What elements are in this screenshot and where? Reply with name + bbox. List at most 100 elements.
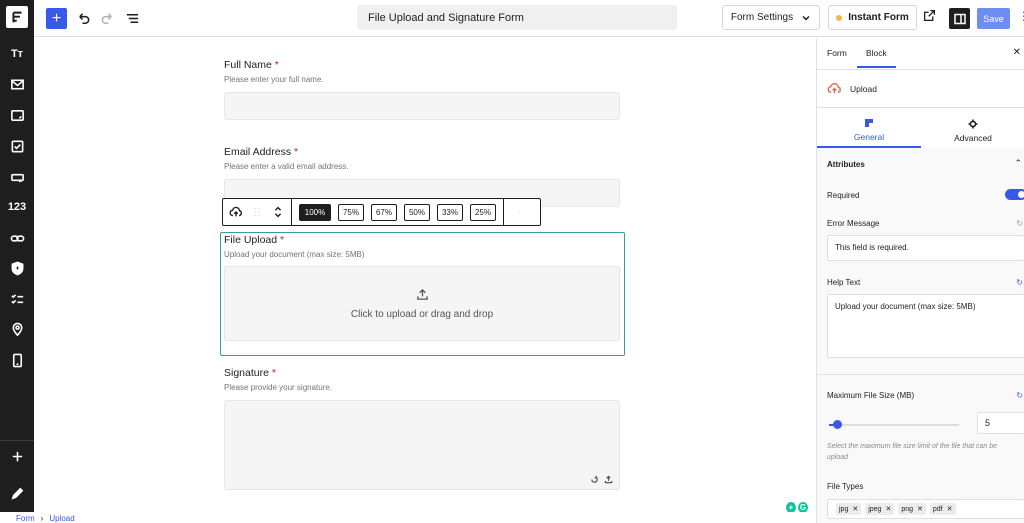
email-block-icon[interactable] bbox=[0, 70, 34, 98]
location-block-icon[interactable] bbox=[0, 315, 34, 343]
breadcrumb-separator: › bbox=[40, 514, 44, 523]
app-logo-icon[interactable] bbox=[0, 3, 34, 31]
block-options-icon[interactable] bbox=[510, 201, 528, 223]
dropzone-text: Click to upload or drag and drop bbox=[350, 308, 494, 320]
reset-icon[interactable] bbox=[590, 475, 599, 484]
more-options-icon[interactable]: ⋮ bbox=[1018, 9, 1024, 27]
file-upload-field[interactable]: File Upload * Upload your document (max … bbox=[224, 234, 620, 259]
textarea-block-icon[interactable] bbox=[0, 101, 34, 129]
file-upload-help: Upload your document (max size: 5MB) bbox=[224, 250, 365, 259]
upload-icon[interactable] bbox=[604, 475, 613, 484]
form-settings-button[interactable]: Form Settings bbox=[722, 5, 820, 30]
tab-advanced[interactable]: Advanced bbox=[921, 114, 1024, 148]
required-marker: * bbox=[294, 146, 299, 158]
checkbox-block-icon[interactable] bbox=[0, 132, 34, 160]
redo-icon[interactable] bbox=[98, 9, 116, 27]
email-label: Email Address bbox=[224, 146, 292, 158]
select-block-icon[interactable] bbox=[0, 163, 34, 191]
width-option-button[interactable]: 75% bbox=[338, 203, 364, 221]
field-label: Email Address * bbox=[224, 146, 620, 158]
editor-topbar: + File Upload and Signature Form Form Se… bbox=[34, 0, 1024, 37]
max-file-size-slider[interactable] bbox=[829, 420, 959, 429]
attributes-heading[interactable]: Attributes bbox=[827, 160, 865, 169]
checklist-block-icon[interactable] bbox=[0, 285, 34, 313]
tab-general-label: General bbox=[853, 132, 885, 142]
file-type-tag[interactable]: pdf ✕ bbox=[929, 503, 956, 515]
close-icon[interactable]: ✕ bbox=[1013, 47, 1021, 58]
undo-icon[interactable] bbox=[74, 9, 92, 27]
document-title[interactable]: File Upload and Signature Form bbox=[357, 5, 677, 30]
upload-dropzone[interactable]: Click to upload or drag and drop bbox=[224, 266, 620, 341]
pencil-icon[interactable] bbox=[0, 479, 34, 507]
max-file-size-input[interactable]: 5 bbox=[977, 412, 1024, 434]
signature-pad[interactable] bbox=[224, 400, 620, 490]
reset-icon[interactable]: ↻ bbox=[1016, 219, 1023, 228]
list-view-icon[interactable] bbox=[123, 9, 141, 27]
instant-form-button[interactable]: Instant Form bbox=[828, 5, 917, 30]
breadcrumb-form[interactable]: Form bbox=[16, 512, 35, 523]
file-type-label: png bbox=[901, 505, 914, 513]
full-name-input[interactable] bbox=[224, 92, 620, 120]
remove-tag-icon[interactable]: ✕ bbox=[885, 505, 891, 513]
required-toggle[interactable] bbox=[1005, 189, 1024, 200]
full-name-help: Please enter your full name. bbox=[224, 75, 324, 84]
reset-icon[interactable]: ↻ bbox=[1016, 278, 1023, 287]
width-option-button[interactable]: 100% bbox=[299, 203, 331, 221]
shield-block-icon[interactable] bbox=[0, 254, 34, 282]
file-type-label: jpg bbox=[839, 505, 849, 513]
signature-label: Signature bbox=[224, 367, 269, 379]
save-button[interactable]: Save bbox=[977, 8, 1010, 29]
link-block-icon[interactable] bbox=[0, 224, 34, 252]
form-canvas: Full Name * Please enter your full name.… bbox=[34, 38, 816, 523]
full-name-field[interactable]: Full Name * Please enter your full name. bbox=[224, 59, 620, 120]
cloud-upload-icon[interactable] bbox=[227, 201, 245, 223]
remove-tag-icon[interactable]: ✕ bbox=[852, 505, 858, 513]
form-editor-app: Tт 123 + File Upload and Signature Form … bbox=[0, 0, 1024, 523]
mobile-block-icon[interactable] bbox=[0, 346, 34, 374]
max-file-size-label: Maximum File Size (MB) bbox=[827, 391, 915, 400]
file-type-tag[interactable]: png ✕ bbox=[898, 503, 926, 515]
field-label: File Upload * bbox=[224, 234, 620, 246]
email-help: Please enter a valid email address. bbox=[224, 162, 349, 171]
file-upload-label: File Upload bbox=[224, 234, 278, 246]
drag-handle-icon[interactable] bbox=[248, 201, 266, 223]
move-up-down-icon[interactable] bbox=[269, 201, 287, 223]
error-message-label: Error Message bbox=[827, 219, 880, 228]
file-type-tag[interactable]: jpg ✕ bbox=[836, 503, 862, 515]
tab-block[interactable]: Block bbox=[857, 48, 896, 68]
remove-tag-icon[interactable]: ✕ bbox=[947, 505, 953, 513]
file-type-tag[interactable]: jpeg ✕ bbox=[865, 503, 895, 515]
block-name: Upload bbox=[850, 83, 877, 94]
slider-thumb[interactable] bbox=[832, 420, 842, 429]
status-dot-icon bbox=[836, 14, 843, 21]
tab-form[interactable]: Form bbox=[827, 48, 847, 58]
required-marker: * bbox=[271, 367, 276, 379]
reset-icon[interactable]: ↻ bbox=[1016, 391, 1023, 400]
plus-icon[interactable] bbox=[0, 442, 34, 470]
breadcrumb-upload[interactable]: Upload bbox=[49, 512, 74, 523]
width-option-button[interactable]: 50% bbox=[404, 203, 430, 221]
tab-general[interactable]: General bbox=[817, 114, 921, 148]
add-block-button[interactable]: + bbox=[46, 8, 67, 29]
block-toolbar: 100% 75% 67% 50% 33% 25% bbox=[222, 198, 541, 226]
file-types-input[interactable]: jpg ✕ jpeg ✕ png ✕ pdf ✕ bbox=[827, 499, 1024, 519]
help-text-textarea[interactable]: Upload your document (max size: 5MB) bbox=[827, 294, 1024, 358]
upload-icon bbox=[416, 288, 428, 300]
email-field[interactable]: Email Address * Please enter a valid ema… bbox=[224, 146, 620, 207]
remove-tag-icon[interactable]: ✕ bbox=[917, 505, 923, 513]
width-option-button[interactable]: 25% bbox=[470, 203, 496, 221]
width-option-button[interactable]: 67% bbox=[371, 203, 397, 221]
chevron-up-icon[interactable]: ⌃ bbox=[1014, 158, 1022, 169]
text-block-icon[interactable]: Tт bbox=[0, 40, 34, 68]
width-option-button[interactable]: 33% bbox=[437, 203, 463, 221]
file-type-label: pdf bbox=[932, 505, 943, 513]
settings-panel-toggle-icon[interactable] bbox=[949, 8, 970, 29]
external-link-icon[interactable] bbox=[923, 9, 939, 25]
text-icon-label: Tт bbox=[10, 48, 24, 60]
file-type-label: jpeg bbox=[868, 505, 882, 513]
error-message-input[interactable]: This field is required. bbox=[827, 235, 1024, 261]
signature-field[interactable]: Signature * Please provide your signatur… bbox=[224, 367, 620, 490]
number-block-icon[interactable]: 123 bbox=[0, 193, 34, 221]
panel-divider bbox=[817, 374, 1024, 375]
left-sidebar: Tт 123 bbox=[0, 0, 34, 523]
